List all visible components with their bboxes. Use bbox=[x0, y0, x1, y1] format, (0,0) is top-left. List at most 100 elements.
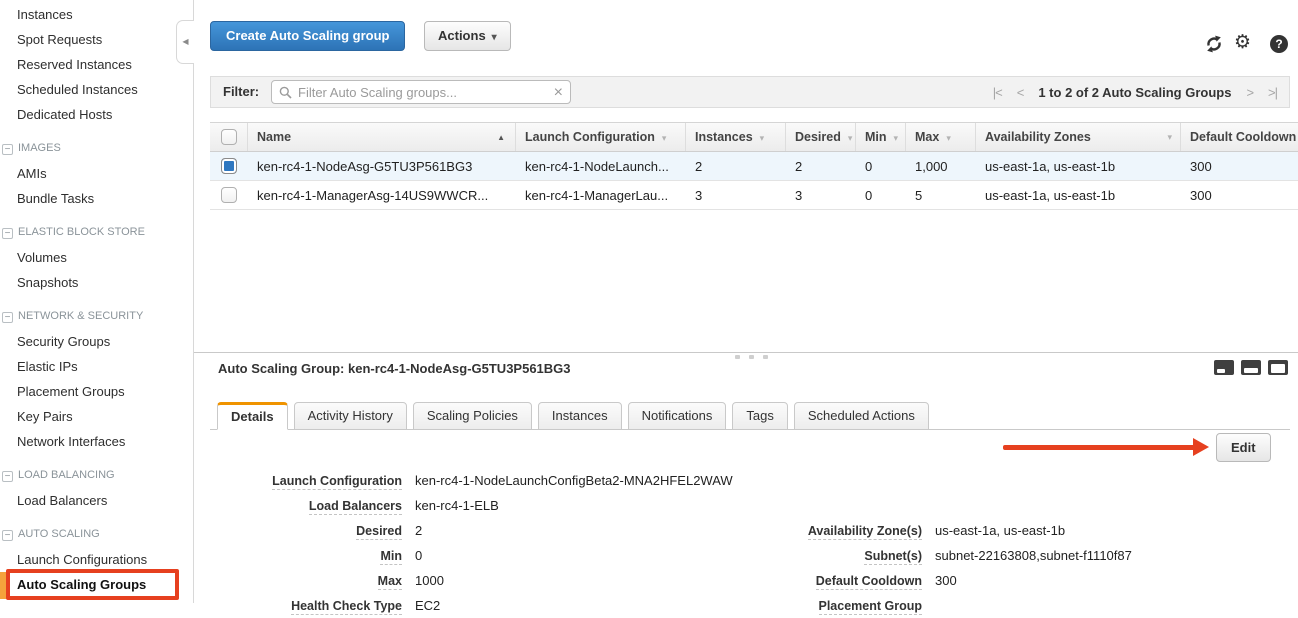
section-label: NETWORK & SECURITY bbox=[18, 310, 143, 322]
help-button[interactable]: ? bbox=[1270, 35, 1288, 53]
create-auto-scaling-group-button[interactable]: Create Auto Scaling group bbox=[210, 21, 405, 51]
tab-activity-history[interactable]: Activity History bbox=[294, 402, 407, 430]
section-label: AUTO SCALING bbox=[18, 528, 100, 540]
column-label: Name bbox=[257, 130, 291, 144]
filter-input-wrap: × bbox=[271, 80, 571, 104]
cell-default-cooldown: 300 bbox=[1181, 152, 1298, 180]
sidebar-item-placement-groups[interactable]: Placement Groups bbox=[0, 379, 193, 404]
field-launch-configuration: Launch Configuration ken-rc4-1-NodeLaunc… bbox=[218, 468, 778, 493]
detail-fields-left: Launch Configuration ken-rc4-1-NodeLaunc… bbox=[218, 468, 778, 618]
prev-page-button[interactable]: < bbox=[1017, 85, 1024, 100]
sidebar-item-bundle-tasks[interactable]: Bundle Tasks bbox=[0, 186, 193, 211]
column-header-instances[interactable]: Instances▾ bbox=[686, 123, 786, 151]
sort-caret-icon: ▾ bbox=[946, 133, 951, 143]
sidebar-section-auto-scaling[interactable]: −AUTO SCALING bbox=[0, 522, 193, 547]
sidebar-collapse-button[interactable]: ◀ bbox=[176, 20, 194, 64]
sidebar-section-network-security[interactable]: −NETWORK & SECURITY bbox=[0, 304, 193, 329]
column-label: Launch Configuration bbox=[525, 130, 655, 144]
field-min: Min 0 bbox=[218, 543, 778, 568]
column-header-name[interactable]: Name▲ bbox=[248, 123, 516, 151]
field-label: Availability Zone(s) bbox=[808, 524, 922, 540]
sidebar-item-scheduled-instances[interactable]: Scheduled Instances bbox=[0, 77, 193, 102]
row-checkbox-cell bbox=[210, 181, 248, 209]
filter-input[interactable] bbox=[298, 81, 543, 103]
sidebar-item-auto-scaling-groups[interactable]: Auto Scaling Groups bbox=[0, 572, 193, 597]
gear-icon: ⚙ bbox=[1234, 32, 1251, 53]
sidebar-section-load-balancing[interactable]: −LOAD BALANCING bbox=[0, 463, 193, 488]
field-label: Default Cooldown bbox=[816, 574, 922, 590]
selected-item-indicator-bar bbox=[0, 572, 7, 599]
tab-scaling-policies[interactable]: Scaling Policies bbox=[413, 402, 532, 430]
row-checkbox[interactable] bbox=[221, 187, 237, 203]
field-value: ken-rc4-1-ELB bbox=[415, 498, 499, 513]
column-header-min[interactable]: Min▾ bbox=[856, 123, 906, 151]
table-header-row: Name▲ Launch Configuration▾ Instances▾ D… bbox=[210, 122, 1298, 152]
sort-caret-icon: ▾ bbox=[1167, 123, 1172, 151]
sidebar-item-amis[interactable]: AMIs bbox=[0, 161, 193, 186]
column-header-max[interactable]: Max▾ bbox=[906, 123, 976, 151]
pane-layout-half-icon[interactable] bbox=[1241, 360, 1261, 375]
column-label: Desired bbox=[795, 130, 841, 144]
cell-desired: 3 bbox=[786, 181, 856, 209]
detail-fields-right: Availability Zone(s) us-east-1a, us-east… bbox=[700, 518, 1290, 618]
row-checkbox[interactable] bbox=[221, 158, 237, 174]
field-value: us-east-1a, us-east-1b bbox=[935, 523, 1065, 538]
sidebar-item-volumes[interactable]: Volumes bbox=[0, 245, 193, 270]
pane-layout-full-icon[interactable] bbox=[1268, 360, 1288, 375]
sidebar-item-security-groups[interactable]: Security Groups bbox=[0, 329, 193, 354]
cell-min: 0 bbox=[856, 152, 906, 180]
sidebar-item-instances[interactable]: Instances bbox=[0, 2, 193, 27]
field-value: subnet-22163808,subnet-f1110f87 bbox=[935, 548, 1132, 563]
auto-scaling-groups-table: Name▲ Launch Configuration▾ Instances▾ D… bbox=[210, 122, 1298, 210]
field-label: Min bbox=[380, 549, 402, 565]
refresh-button[interactable] bbox=[1205, 35, 1223, 53]
table-row[interactable]: ken-rc4-1-ManagerAsg-14US9WWCR... ken-rc… bbox=[210, 181, 1298, 210]
sidebar-item-snapshots[interactable]: Snapshots bbox=[0, 270, 193, 295]
sidebar-section-images[interactable]: −IMAGES bbox=[0, 136, 193, 161]
cell-max: 5 bbox=[906, 181, 976, 209]
sidebar-item-load-balancers[interactable]: Load Balancers bbox=[0, 488, 193, 513]
pagination-text: 1 to 2 of 2 Auto Scaling Groups bbox=[1038, 85, 1231, 100]
cell-min: 0 bbox=[856, 181, 906, 209]
sidebar-item-dedicated-hosts[interactable]: Dedicated Hosts bbox=[0, 102, 193, 127]
clear-filter-icon[interactable]: × bbox=[554, 82, 563, 104]
cell-name: ken-rc4-1-ManagerAsg-14US9WWCR... bbox=[248, 181, 516, 209]
sidebar-item-network-interfaces[interactable]: Network Interfaces bbox=[0, 429, 193, 454]
field-availability-zones: Availability Zone(s) us-east-1a, us-east… bbox=[700, 518, 1290, 543]
search-icon bbox=[279, 86, 292, 104]
panel-resize-handle[interactable] bbox=[735, 355, 768, 359]
tab-notifications[interactable]: Notifications bbox=[628, 402, 727, 430]
column-label: Default Cooldown bbox=[1190, 130, 1296, 144]
column-header-default-cooldown[interactable]: Default Cooldown bbox=[1181, 123, 1298, 151]
actions-dropdown-button[interactable]: Actions▾ bbox=[424, 21, 511, 51]
edit-button[interactable]: Edit bbox=[1216, 433, 1271, 462]
cell-desired: 2 bbox=[786, 152, 856, 180]
sidebar-item-reserved-instances[interactable]: Reserved Instances bbox=[0, 52, 193, 77]
first-page-button[interactable]: |< bbox=[993, 85, 1002, 100]
sidebar-item-launch-configurations[interactable]: Launch Configurations bbox=[0, 547, 193, 572]
sidebar-item-spot-requests[interactable]: Spot Requests bbox=[0, 27, 193, 52]
sidebar-section-elastic-block-store[interactable]: −ELASTIC BLOCK STORE bbox=[0, 220, 193, 245]
pane-layout-small-icon[interactable] bbox=[1214, 360, 1234, 375]
sidebar-nav: Instances Spot Requests Reserved Instanc… bbox=[0, 0, 193, 603]
select-all-checkbox[interactable] bbox=[221, 129, 237, 145]
column-header-availability-zones[interactable]: Availability Zones▾ bbox=[976, 123, 1181, 151]
column-header-desired[interactable]: Desired▾ bbox=[786, 123, 856, 151]
cell-name: ken-rc4-1-NodeAsg-G5TU3P561BG3 bbox=[248, 152, 516, 180]
tab-details[interactable]: Details bbox=[217, 402, 288, 430]
cell-instances: 3 bbox=[686, 181, 786, 209]
sidebar-item-key-pairs[interactable]: Key Pairs bbox=[0, 404, 193, 429]
settings-button[interactable]: ⚙ bbox=[1234, 31, 1251, 54]
last-page-button[interactable]: >| bbox=[1268, 85, 1277, 100]
field-subnets: Subnet(s) subnet-22163808,subnet-f1110f8… bbox=[700, 543, 1290, 568]
next-page-button[interactable]: > bbox=[1246, 85, 1253, 100]
tab-instances[interactable]: Instances bbox=[538, 402, 622, 430]
column-header-launch-configuration[interactable]: Launch Configuration▾ bbox=[516, 123, 686, 151]
field-label: Placement Group bbox=[819, 599, 923, 615]
field-value: 2 bbox=[415, 523, 422, 538]
cell-default-cooldown: 300 bbox=[1181, 181, 1298, 209]
table-row[interactable]: ken-rc4-1-NodeAsg-G5TU3P561BG3 ken-rc4-1… bbox=[210, 152, 1298, 181]
tab-tags[interactable]: Tags bbox=[732, 402, 787, 430]
sidebar-item-elastic-ips[interactable]: Elastic IPs bbox=[0, 354, 193, 379]
tab-scheduled-actions[interactable]: Scheduled Actions bbox=[794, 402, 929, 430]
